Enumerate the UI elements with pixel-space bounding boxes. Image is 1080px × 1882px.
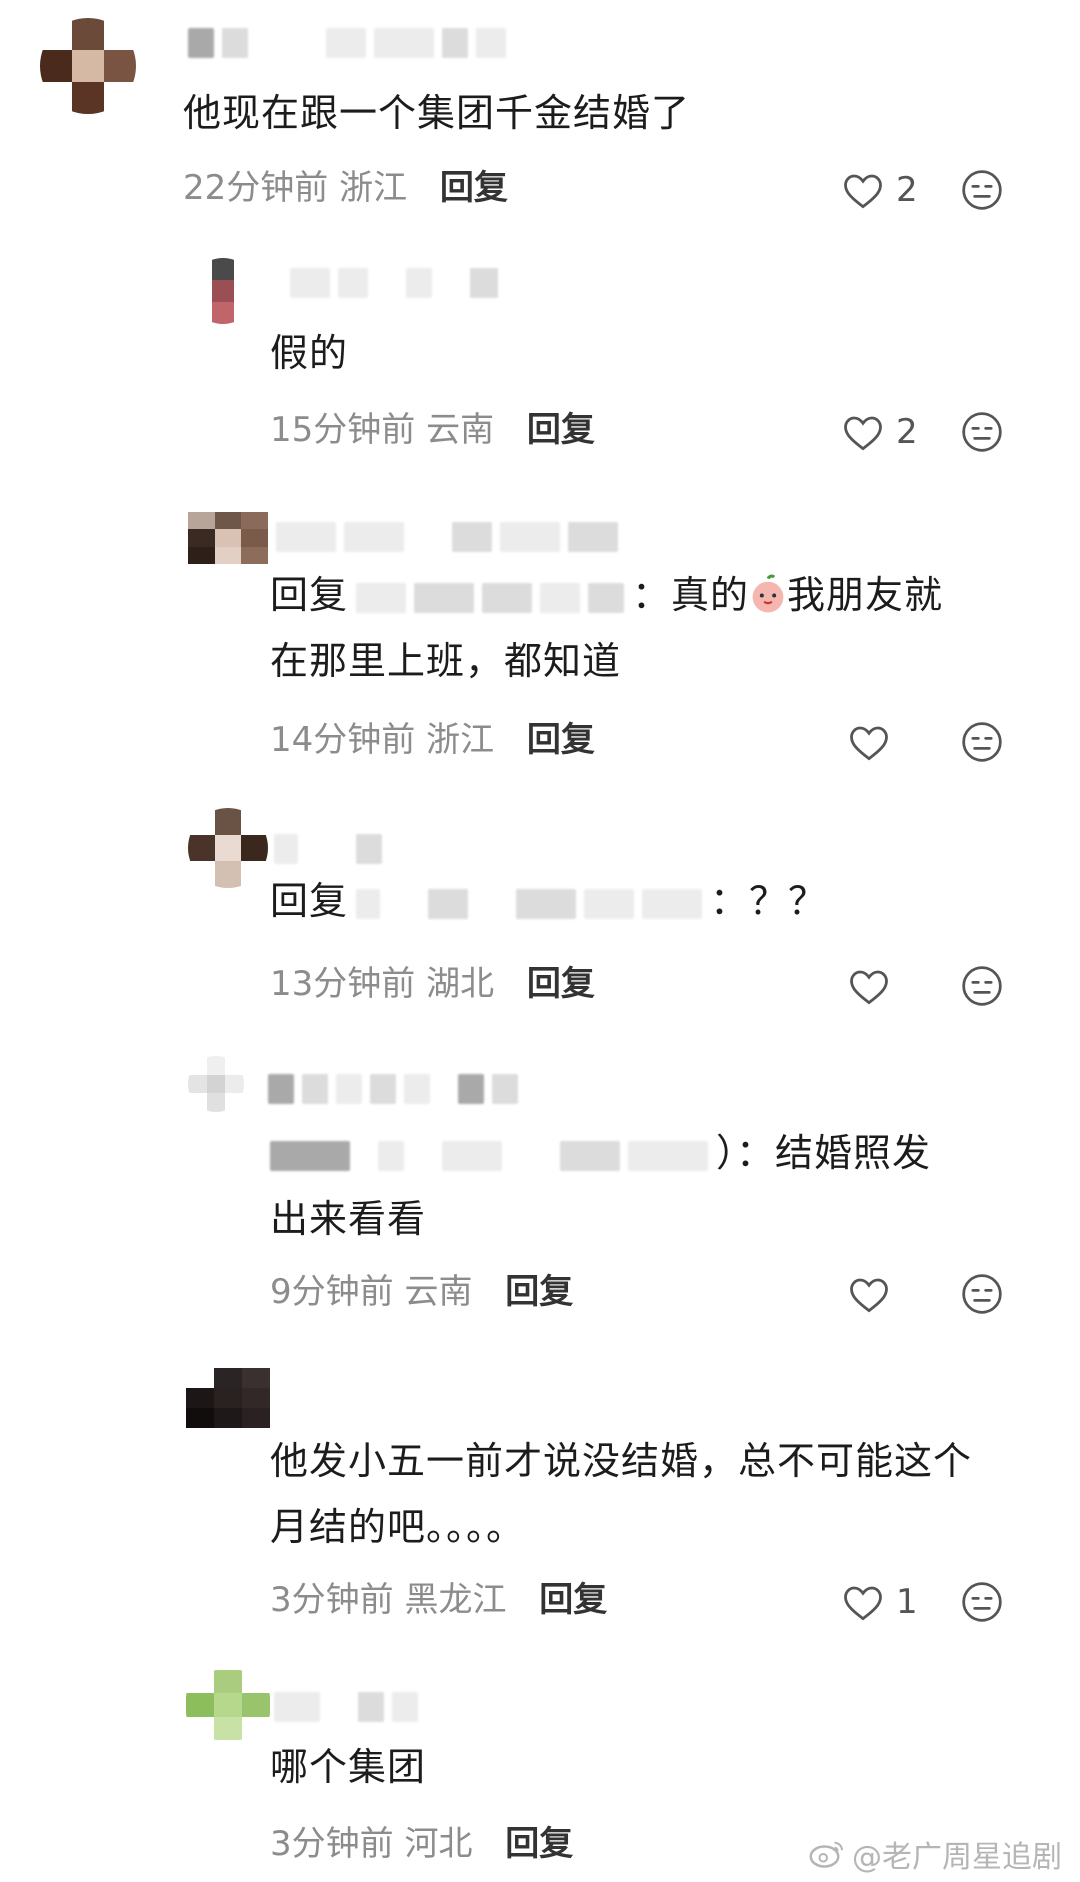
heart-outline-icon: [850, 1278, 888, 1313]
comment-text: 回复 ：真的 我朋友就 在那里上班，都知道: [270, 562, 943, 694]
comment-text: 假的: [270, 331, 349, 375]
avatar[interactable]: [40, 18, 136, 114]
like-count: 1: [896, 1582, 918, 1622]
heart-outline-icon: [850, 726, 888, 761]
mention-redacted[interactable]: [356, 581, 625, 615]
comment-text-part: ：真的: [632, 573, 750, 617]
reply-prefix: 回复: [270, 879, 349, 923]
reply-button[interactable]: 回复: [505, 1272, 573, 1312]
like-count: 2: [896, 170, 918, 210]
mention-redacted[interactable]: [270, 1139, 708, 1173]
comment-meta: 14分钟前 浙江 回复: [270, 718, 595, 762]
comment-meta: 3分钟前 河北 回复: [270, 1822, 573, 1866]
comment-text-line2: 月结的吧。。。。: [270, 1505, 526, 1549]
meh-face-icon: [962, 1582, 1002, 1622]
meh-face-icon: [962, 966, 1002, 1006]
dislike-button[interactable]: [960, 720, 1004, 764]
comment-location: 浙江: [339, 168, 408, 208]
comment-time: 9分钟前: [270, 1272, 394, 1312]
comment-text-part: ：？？: [710, 879, 828, 923]
like-button[interactable]: [848, 1270, 890, 1318]
comment-location: 浙江: [426, 720, 495, 760]
comment-meta: 9分钟前 云南 回复: [270, 1270, 573, 1314]
comment-time: 3分钟前: [270, 1824, 394, 1864]
username-redacted[interactable]: [188, 26, 506, 60]
comment-text: 他发小五一前才说没结婚，总不可能这个 月结的吧。。。。: [270, 1428, 972, 1560]
username-redacted[interactable]: [276, 520, 618, 554]
avatar[interactable]: [186, 1368, 270, 1428]
username-redacted[interactable]: [268, 1072, 518, 1106]
comment-meta: 22分钟前 浙江 回复: [183, 166, 508, 210]
dislike-button[interactable]: [960, 964, 1004, 1008]
heart-outline-icon: [850, 970, 888, 1005]
comment-text: 回复 ：？？: [270, 868, 827, 934]
mention-redacted[interactable]: [356, 887, 703, 921]
comment-location: 河北: [404, 1824, 473, 1864]
meh-face-icon: [962, 412, 1002, 452]
heart-outline-icon: [844, 174, 882, 209]
watermark-text: @老广周星追剧: [852, 1840, 1062, 1875]
comment-meta: 3分钟前 黑龙江 回复: [270, 1578, 607, 1622]
avatar[interactable]: [188, 808, 268, 888]
comment-text-part: ）：结婚照发: [716, 1131, 932, 1175]
username-redacted[interactable]: [274, 832, 382, 866]
reply-button[interactable]: 回复: [527, 410, 595, 450]
reply-button[interactable]: 回复: [440, 168, 508, 208]
peach-face-emoji: [749, 568, 787, 613]
comment-meta: 15分钟前 云南 回复: [270, 408, 595, 452]
comment-time: 13分钟前: [270, 964, 416, 1004]
meh-face-icon: [962, 722, 1002, 762]
dislike-button[interactable]: [960, 410, 1004, 454]
reply-prefix: 回复: [270, 573, 349, 617]
weibo-logo-icon: [809, 1841, 843, 1868]
like-button[interactable]: [848, 718, 890, 766]
username-redacted[interactable]: [274, 1690, 418, 1724]
like-button[interactable]: [848, 962, 890, 1010]
comment-meta: 13分钟前 湖北 回复: [270, 962, 595, 1006]
dislike-button[interactable]: [960, 1272, 1004, 1316]
comment-text-part: 我朋友就: [787, 573, 944, 617]
reply-button[interactable]: 回复: [539, 1580, 607, 1620]
comment-text: ）：结婚照发 出来看看: [270, 1120, 931, 1252]
comment-time: 14分钟前: [270, 720, 416, 760]
comment-text-line1: 他发小五一前才说没结婚，总不可能这个: [270, 1439, 973, 1483]
comment-location: 湖北: [426, 964, 495, 1004]
avatar[interactable]: [188, 1056, 244, 1112]
watermark: @老广周星追剧: [808, 1832, 1062, 1876]
comment-location: 黑龙江: [404, 1580, 507, 1620]
avatar[interactable]: [190, 258, 256, 324]
reply-button[interactable]: 回复: [505, 1824, 573, 1864]
avatar[interactable]: [186, 1670, 270, 1740]
comment-location: 云南: [404, 1272, 473, 1312]
avatar[interactable]: [188, 512, 268, 564]
meh-face-icon: [962, 170, 1002, 210]
dislike-button[interactable]: [960, 168, 1004, 212]
meh-face-icon: [962, 1274, 1002, 1314]
like-button[interactable]: 2: [842, 408, 918, 456]
like-button[interactable]: 1: [842, 1578, 918, 1626]
dislike-button[interactable]: [960, 1580, 1004, 1624]
comment-text-line2: 在那里上班，都知道: [270, 639, 622, 683]
like-count: 2: [896, 412, 918, 452]
username-redacted[interactable]: [290, 266, 498, 300]
comment-text: 哪个集团: [270, 1745, 427, 1789]
reply-button[interactable]: 回复: [527, 720, 595, 760]
comment-location: 云南: [426, 410, 495, 450]
comment-time: 3分钟前: [270, 1580, 394, 1620]
comment-text-line2: 出来看看: [270, 1197, 427, 1241]
comment-time: 22分钟前: [183, 168, 329, 208]
heart-outline-icon: [844, 1586, 882, 1621]
comment-text: 他现在跟一个集团千金结婚了: [183, 91, 691, 135]
reply-button[interactable]: 回复: [527, 964, 595, 1004]
heart-outline-icon: [844, 416, 882, 451]
comment-time: 15分钟前: [270, 410, 416, 450]
like-button[interactable]: 2: [842, 166, 918, 214]
